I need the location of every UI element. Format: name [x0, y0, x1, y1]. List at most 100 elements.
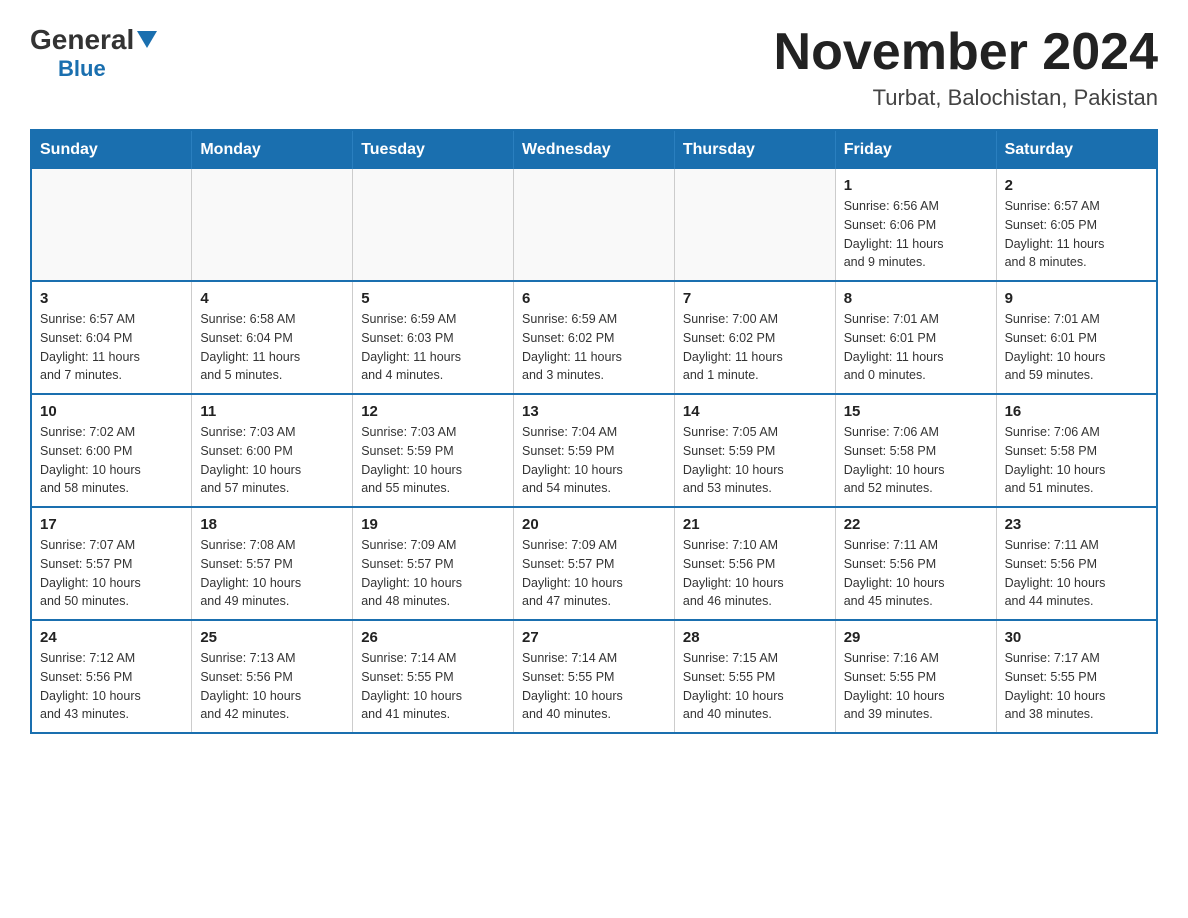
- day-cell: 22 Sunrise: 7:11 AMSunset: 5:56 PMDayligh…: [835, 507, 996, 620]
- weekday-header-monday: Monday: [192, 130, 353, 169]
- day-number: 8: [844, 290, 988, 307]
- day-info: Sunrise: 7:03 AMSunset: 6:00 PMDaylight:…: [200, 423, 344, 498]
- day-cell: 13Sunrise: 7:04 AMSunset: 5:59 PMDayligh…: [514, 394, 675, 507]
- day-info: Sunrise: 6:58 AMSunset: 6:04 PMDaylight:…: [200, 310, 344, 385]
- day-cell: 28 Sunrise: 7:15 AMSunset: 5:55 PMDayligh…: [674, 620, 835, 733]
- day-number: 14: [683, 403, 827, 420]
- day-cell: 2 Sunrise: 6:57 AMSunset: 6:05 PMDaylight…: [996, 169, 1157, 281]
- day-number: 12: [361, 403, 505, 420]
- day-info: Sunrise: 6:56 AMSunset: 6:06 PMDaylight:…: [844, 197, 988, 272]
- day-cell: 16Sunrise: 7:06 AMSunset: 5:58 PMDayligh…: [996, 394, 1157, 507]
- day-number: 21: [683, 516, 827, 533]
- day-cell: 5 Sunrise: 6:59 AMSunset: 6:03 PMDaylight…: [353, 281, 514, 394]
- weekday-header-sunday: Sunday: [31, 130, 192, 169]
- day-cell: 24Sunrise: 7:12 AMSunset: 5:56 PMDayligh…: [31, 620, 192, 733]
- day-cell: 21 Sunrise: 7:10 AMSunset: 5:56 PMDayligh…: [674, 507, 835, 620]
- day-cell: 18 Sunrise: 7:08 AMSunset: 5:57 PMDayligh…: [192, 507, 353, 620]
- day-number: 27: [522, 629, 666, 646]
- title-block: November 2024 Turbat, Balochistan, Pakis…: [774, 24, 1158, 111]
- day-info: Sunrise: 7:00 AMSunset: 6:02 PMDaylight:…: [683, 310, 827, 385]
- week-row-1: 3 Sunrise: 6:57 AMSunset: 6:04 PMDaylight…: [31, 281, 1157, 394]
- day-info: Sunrise: 7:11 AMSunset: 5:56 PMDaylight:…: [1005, 536, 1148, 611]
- logo-triangle-icon: [137, 31, 157, 48]
- day-info: Sunrise: 7:15 AMSunset: 5:55 PMDaylight:…: [683, 649, 827, 724]
- day-number: 5: [361, 290, 505, 307]
- day-cell: 19 Sunrise: 7:09 AMSunset: 5:57 PMDayligh…: [353, 507, 514, 620]
- location-title: Turbat, Balochistan, Pakistan: [774, 85, 1158, 111]
- day-number: 17: [40, 516, 183, 533]
- logo-general-text: General: [30, 24, 134, 56]
- day-number: 10: [40, 403, 183, 420]
- day-cell: 15Sunrise: 7:06 AMSunset: 5:58 PMDayligh…: [835, 394, 996, 507]
- day-number: 22: [844, 516, 988, 533]
- day-cell: 10 Sunrise: 7:02 AMSunset: 6:00 PMDayligh…: [31, 394, 192, 507]
- day-number: 4: [200, 290, 344, 307]
- day-number: 3: [40, 290, 183, 307]
- day-number: 19: [361, 516, 505, 533]
- day-info: Sunrise: 6:57 AMSunset: 6:04 PMDaylight:…: [40, 310, 183, 385]
- day-info: Sunrise: 6:59 AMSunset: 6:03 PMDaylight:…: [361, 310, 505, 385]
- day-cell: 9Sunrise: 7:01 AMSunset: 6:01 PMDaylight…: [996, 281, 1157, 394]
- day-cell: 27 Sunrise: 7:14 AMSunset: 5:55 PMDayligh…: [514, 620, 675, 733]
- day-number: 11: [200, 403, 344, 420]
- day-cell: 25 Sunrise: 7:13 AMSunset: 5:56 PMDayligh…: [192, 620, 353, 733]
- day-cell: 26 Sunrise: 7:14 AMSunset: 5:55 PMDayligh…: [353, 620, 514, 733]
- day-number: 24: [40, 629, 183, 646]
- week-row-2: 10 Sunrise: 7:02 AMSunset: 6:00 PMDayligh…: [31, 394, 1157, 507]
- day-info: Sunrise: 7:10 AMSunset: 5:56 PMDaylight:…: [683, 536, 827, 611]
- day-cell: [31, 169, 192, 281]
- day-number: 2: [1005, 177, 1148, 194]
- day-cell: [674, 169, 835, 281]
- weekday-header-tuesday: Tuesday: [353, 130, 514, 169]
- day-number: 30: [1005, 629, 1148, 646]
- day-info: Sunrise: 7:08 AMSunset: 5:57 PMDaylight:…: [200, 536, 344, 611]
- day-number: 26: [361, 629, 505, 646]
- calendar-table: SundayMondayTuesdayWednesdayThursdayFrid…: [30, 129, 1158, 734]
- day-info: Sunrise: 7:13 AMSunset: 5:56 PMDaylight:…: [200, 649, 344, 724]
- weekday-header-thursday: Thursday: [674, 130, 835, 169]
- day-info: Sunrise: 6:57 AMSunset: 6:05 PMDaylight:…: [1005, 197, 1148, 272]
- day-info: Sunrise: 7:11 AMSunset: 5:56 PMDaylight:…: [844, 536, 988, 611]
- day-info: Sunrise: 7:17 AMSunset: 5:55 PMDaylight:…: [1005, 649, 1148, 724]
- day-info: Sunrise: 6:59 AMSunset: 6:02 PMDaylight:…: [522, 310, 666, 385]
- day-number: 23: [1005, 516, 1148, 533]
- day-info: Sunrise: 7:06 AMSunset: 5:58 PMDaylight:…: [844, 423, 988, 498]
- day-number: 6: [522, 290, 666, 307]
- weekday-header-friday: Friday: [835, 130, 996, 169]
- day-cell: 4 Sunrise: 6:58 AMSunset: 6:04 PMDaylight…: [192, 281, 353, 394]
- day-cell: 29 Sunrise: 7:16 AMSunset: 5:55 PMDayligh…: [835, 620, 996, 733]
- day-cell: 11 Sunrise: 7:03 AMSunset: 6:00 PMDayligh…: [192, 394, 353, 507]
- day-number: 28: [683, 629, 827, 646]
- day-cell: 14Sunrise: 7:05 AMSunset: 5:59 PMDayligh…: [674, 394, 835, 507]
- day-info: Sunrise: 7:09 AMSunset: 5:57 PMDaylight:…: [361, 536, 505, 611]
- day-info: Sunrise: 7:01 AMSunset: 6:01 PMDaylight:…: [844, 310, 988, 385]
- day-number: 1: [844, 177, 988, 194]
- day-info: Sunrise: 7:14 AMSunset: 5:55 PMDaylight:…: [361, 649, 505, 724]
- day-info: Sunrise: 7:03 AMSunset: 5:59 PMDaylight:…: [361, 423, 505, 498]
- day-number: 18: [200, 516, 344, 533]
- day-number: 25: [200, 629, 344, 646]
- day-cell: 12 Sunrise: 7:03 AMSunset: 5:59 PMDayligh…: [353, 394, 514, 507]
- day-cell: 3 Sunrise: 6:57 AMSunset: 6:04 PMDaylight…: [31, 281, 192, 394]
- day-cell: 7Sunrise: 7:00 AMSunset: 6:02 PMDaylight…: [674, 281, 835, 394]
- day-number: 29: [844, 629, 988, 646]
- day-cell: [353, 169, 514, 281]
- weekday-header-saturday: Saturday: [996, 130, 1157, 169]
- weekday-header-row: SundayMondayTuesdayWednesdayThursdayFrid…: [31, 130, 1157, 169]
- day-number: 20: [522, 516, 666, 533]
- logo-blue-text: Blue: [58, 56, 106, 81]
- day-info: Sunrise: 7:07 AMSunset: 5:57 PMDaylight:…: [40, 536, 183, 611]
- day-info: Sunrise: 7:16 AMSunset: 5:55 PMDaylight:…: [844, 649, 988, 724]
- day-info: Sunrise: 7:02 AMSunset: 6:00 PMDaylight:…: [40, 423, 183, 498]
- page-header: General Blue November 2024 Turbat, Baloc…: [30, 24, 1158, 111]
- day-info: Sunrise: 7:14 AMSunset: 5:55 PMDaylight:…: [522, 649, 666, 724]
- day-number: 9: [1005, 290, 1148, 307]
- weekday-header-wednesday: Wednesday: [514, 130, 675, 169]
- day-cell: 8 Sunrise: 7:01 AMSunset: 6:01 PMDaylight…: [835, 281, 996, 394]
- day-info: Sunrise: 7:09 AMSunset: 5:57 PMDaylight:…: [522, 536, 666, 611]
- day-cell: 6 Sunrise: 6:59 AMSunset: 6:02 PMDaylight…: [514, 281, 675, 394]
- day-cell: 20 Sunrise: 7:09 AMSunset: 5:57 PMDayligh…: [514, 507, 675, 620]
- day-info: Sunrise: 7:06 AMSunset: 5:58 PMDaylight:…: [1005, 423, 1148, 498]
- day-cell: [514, 169, 675, 281]
- month-title: November 2024: [774, 24, 1158, 81]
